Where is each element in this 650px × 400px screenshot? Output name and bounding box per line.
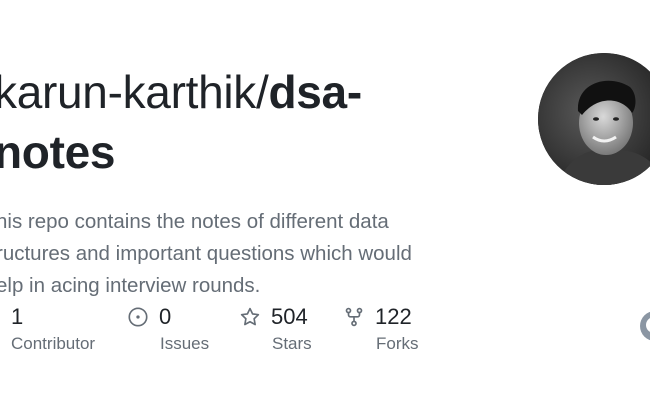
fork-icon xyxy=(343,306,365,328)
forks-count: 122 xyxy=(375,304,412,329)
contributors-label: Contributor xyxy=(11,334,96,353)
description-line: ructures and important questions which w… xyxy=(0,242,412,265)
avatar-photo xyxy=(538,53,650,185)
repo-name-part-1: dsa- xyxy=(268,66,362,118)
contributors-count: 1 xyxy=(11,304,24,329)
repo-title-line-1: karun-karthik/dsa- xyxy=(0,62,494,122)
description-line: elp in acing interview rounds. xyxy=(0,274,261,297)
repo-title: karun-karthik/dsa- notes xyxy=(0,62,494,182)
issues-count: 0 xyxy=(159,304,172,329)
forks-label: Forks xyxy=(376,334,419,353)
repo-title-line-2: notes xyxy=(0,122,494,182)
issue-icon xyxy=(127,306,149,328)
description-line: his repo contains the notes of different… xyxy=(0,210,389,233)
star-icon xyxy=(239,306,261,328)
repo-description: his repo contains the notes of different… xyxy=(0,206,496,302)
issues-label: Issues xyxy=(160,334,210,353)
github-logo-icon xyxy=(640,311,650,341)
stars-count: 504 xyxy=(271,304,308,329)
repo-stats: 1 Contributor 0 Issues 504 Stars 122 For… xyxy=(0,300,460,370)
owner-avatar[interactable] xyxy=(538,53,650,185)
repo-owner: karun-karthik/ xyxy=(0,66,269,118)
stars-label: Stars xyxy=(272,334,312,353)
repo-name-part-2: notes xyxy=(0,126,116,178)
